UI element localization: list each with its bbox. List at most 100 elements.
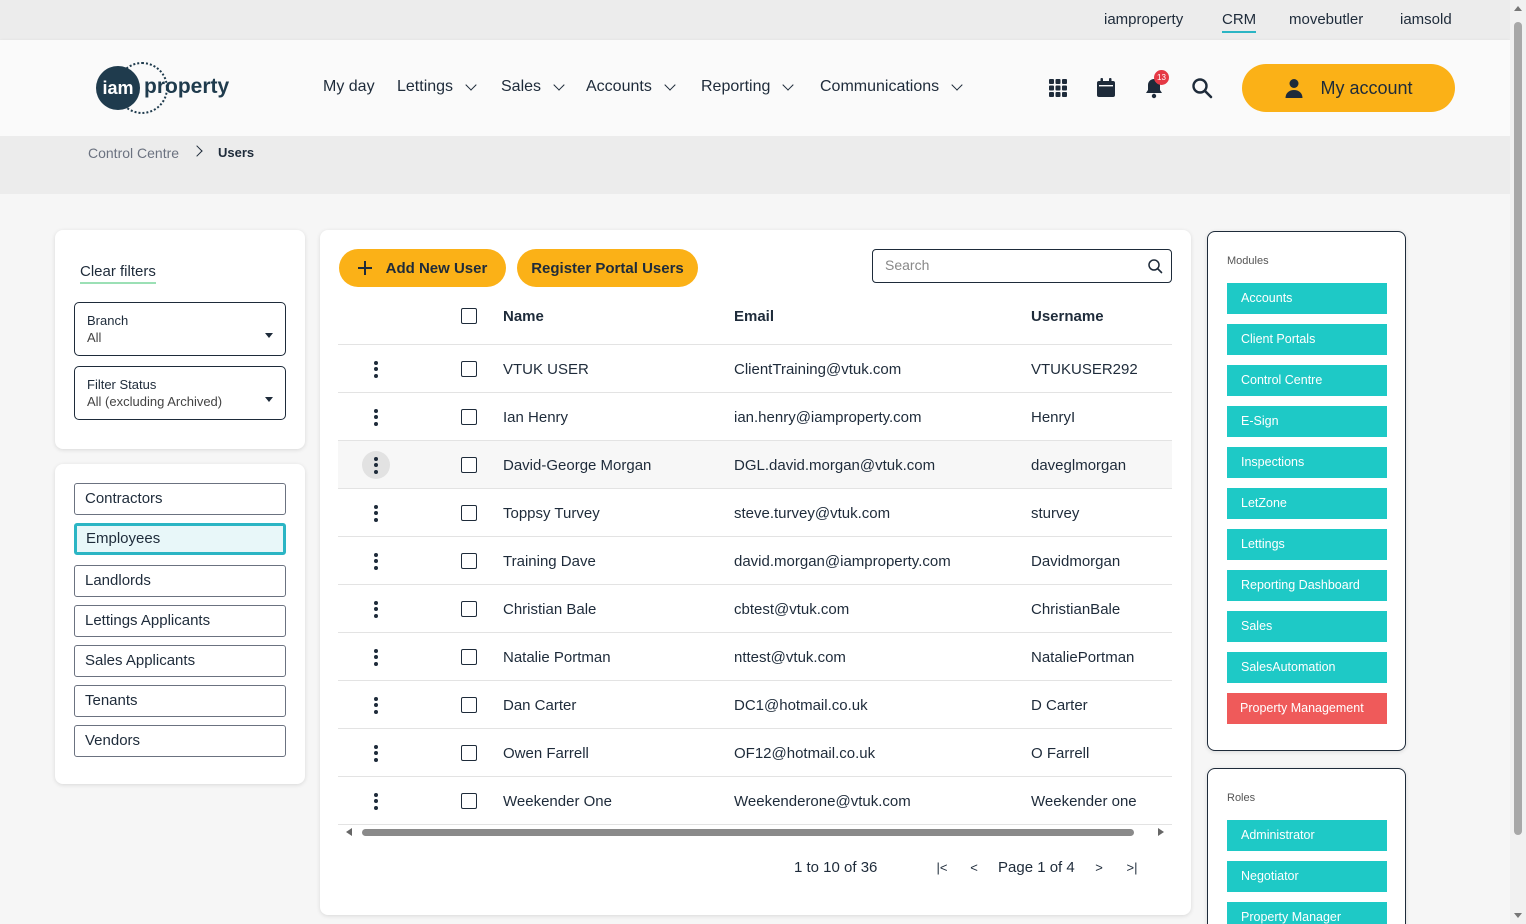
table-row[interactable]: Training Dave david.morgan@iamproperty.c… — [338, 536, 1172, 584]
table-row[interactable]: Toppsy Turvey steve.turvey@vtuk.com stur… — [338, 488, 1172, 536]
register-portal-users-button[interactable]: Register Portal Users — [517, 249, 698, 287]
calendar-icon[interactable] — [1094, 76, 1118, 100]
module-sales[interactable]: Sales — [1227, 611, 1387, 642]
horizontal-scrollbar[interactable] — [338, 824, 1172, 838]
nav-sales[interactable]: Sales — [501, 78, 565, 96]
add-new-user-button[interactable]: Add New User — [339, 249, 506, 287]
nav-lettings[interactable]: Lettings — [397, 78, 477, 96]
main-header: iam property My day Lettings Sales Accou… — [0, 40, 1510, 136]
cell-username: sturvey — [1031, 505, 1080, 522]
table-row[interactable]: Christian Bale cbtest@vtuk.com Christian… — [338, 584, 1172, 632]
row-actions-kebab-icon[interactable] — [362, 787, 390, 815]
user-type-vendors[interactable]: Vendors — [74, 725, 286, 757]
scroll-down-icon[interactable] — [1514, 913, 1522, 918]
search-icon[interactable] — [1147, 258, 1163, 274]
first-page-icon[interactable]: |< — [934, 860, 950, 875]
topbar-link-iamsold[interactable]: iamsold — [1400, 11, 1452, 28]
cell-name: Christian Bale — [503, 601, 597, 618]
row-checkbox[interactable] — [461, 553, 477, 569]
row-actions-kebab-icon[interactable] — [362, 643, 390, 671]
nav-my-day[interactable]: My day — [323, 78, 375, 96]
cell-name: Ian Henry — [503, 409, 569, 426]
row-checkbox[interactable] — [461, 457, 477, 473]
user-type-employees[interactable]: Employees — [74, 523, 286, 555]
user-type-sales-applicants[interactable]: Sales Applicants — [74, 645, 286, 677]
row-actions-kebab-icon[interactable] — [362, 499, 390, 527]
table-row[interactable]: David-George Morgan DGL.david.morgan@vtu… — [338, 440, 1172, 488]
branch-select[interactable]: Branch All — [74, 302, 286, 356]
topbar-link-movebutler[interactable]: movebutler — [1289, 11, 1363, 28]
row-actions-kebab-icon[interactable] — [362, 595, 390, 623]
table-row[interactable]: Ian Henry ian.henry@iamproperty.com Henr… — [338, 392, 1172, 440]
breadcrumb-current-users: Users — [218, 145, 255, 160]
module-property-management[interactable]: Property Management — [1227, 693, 1387, 724]
user-type-landlords[interactable]: Landlords — [74, 565, 286, 597]
users-table-panel: Add New User Register Portal Users Name … — [320, 230, 1191, 915]
user-type-tenants[interactable]: Tenants — [74, 685, 286, 717]
search-input[interactable] — [885, 257, 1125, 273]
row-checkbox[interactable] — [461, 649, 477, 665]
row-checkbox[interactable] — [461, 505, 477, 521]
row-checkbox[interactable] — [461, 745, 477, 761]
scroll-right-icon[interactable] — [1158, 828, 1164, 836]
nav-communications[interactable]: Communications — [820, 78, 963, 96]
row-checkbox[interactable] — [461, 601, 477, 617]
row-checkbox[interactable] — [461, 793, 477, 809]
role-negotiator[interactable]: Negotiator — [1227, 861, 1387, 892]
scroll-up-icon[interactable] — [1514, 6, 1522, 11]
column-header-username[interactable]: Username — [1031, 308, 1104, 325]
table-row[interactable]: Dan Carter DC1@hotmail.co.uk D Carter — [338, 680, 1172, 728]
role-administrator[interactable]: Administrator — [1227, 820, 1387, 851]
module-salesautomation[interactable]: SalesAutomation — [1227, 652, 1387, 683]
scrollbar-thumb[interactable] — [362, 829, 1134, 836]
topbar-link-iamproperty[interactable]: iamproperty — [1104, 11, 1183, 28]
module-e-sign[interactable]: E-Sign — [1227, 406, 1387, 437]
row-actions-kebab-icon[interactable] — [362, 451, 390, 479]
module-client-portals[interactable]: Client Portals — [1227, 324, 1387, 355]
nav-accounts[interactable]: Accounts — [586, 78, 676, 96]
column-header-name[interactable]: Name — [503, 308, 544, 325]
table-row[interactable]: VTUK USER ClientTraining@vtuk.com VTUKUS… — [338, 344, 1172, 392]
user-type-contractors[interactable]: Contractors — [74, 483, 286, 515]
module-reporting-dashboard[interactable]: Reporting Dashboard — [1227, 570, 1387, 601]
module-accounts[interactable]: Accounts — [1227, 283, 1387, 314]
next-page-icon[interactable]: > — [1091, 860, 1107, 875]
row-actions-kebab-icon[interactable] — [362, 403, 390, 431]
page-vertical-scrollbar[interactable] — [1510, 0, 1526, 924]
scroll-left-icon[interactable] — [346, 828, 352, 836]
chevron-down-icon — [782, 78, 795, 91]
row-checkbox[interactable] — [461, 697, 477, 713]
caret-down-icon — [265, 397, 273, 402]
row-actions-kebab-icon[interactable] — [362, 355, 390, 383]
breadcrumb-control-centre[interactable]: Control Centre — [88, 145, 179, 161]
user-type-lettings-applicants[interactable]: Lettings Applicants — [74, 605, 286, 637]
row-actions-kebab-icon[interactable] — [362, 739, 390, 767]
row-checkbox[interactable] — [461, 409, 477, 425]
cell-username: ChristianBale — [1031, 601, 1121, 618]
filter-status-select[interactable]: Filter Status All (excluding Archived) — [74, 366, 286, 420]
select-all-checkbox[interactable] — [461, 308, 477, 324]
page-scrollbar-thumb[interactable] — [1514, 22, 1522, 835]
row-actions-kebab-icon[interactable] — [362, 547, 390, 575]
grid-icon[interactable] — [1046, 76, 1070, 100]
column-header-email[interactable]: Email — [734, 308, 774, 325]
table-row[interactable]: Natalie Portman nttest@vtuk.com NatalieP… — [338, 632, 1172, 680]
last-page-icon[interactable]: >| — [1124, 860, 1140, 875]
iamproperty-logo[interactable]: iam property — [96, 62, 236, 114]
module-control-centre[interactable]: Control Centre — [1227, 365, 1387, 396]
search-icon[interactable] — [1190, 76, 1214, 100]
module-letzone[interactable]: LetZone — [1227, 488, 1387, 519]
table-row[interactable]: Weekender One Weekenderone@vtuk.com Week… — [338, 776, 1172, 824]
role-property-manager[interactable]: Property Manager — [1227, 902, 1387, 924]
clear-filters-link[interactable]: Clear filters — [80, 263, 156, 284]
row-checkbox[interactable] — [461, 361, 477, 377]
nav-reporting[interactable]: Reporting — [701, 78, 795, 96]
topbar-link-crm[interactable]: CRM — [1222, 11, 1257, 33]
row-actions-kebab-icon[interactable] — [362, 691, 390, 719]
plus-icon — [357, 261, 372, 275]
module-lettings[interactable]: Lettings — [1227, 529, 1387, 560]
module-inspections[interactable]: Inspections — [1227, 447, 1387, 478]
my-account-button[interactable]: My account — [1242, 64, 1455, 112]
previous-page-icon[interactable]: < — [966, 860, 982, 875]
table-row[interactable]: Owen Farrell OF12@hotmail.co.uk O Farrel… — [338, 728, 1172, 776]
